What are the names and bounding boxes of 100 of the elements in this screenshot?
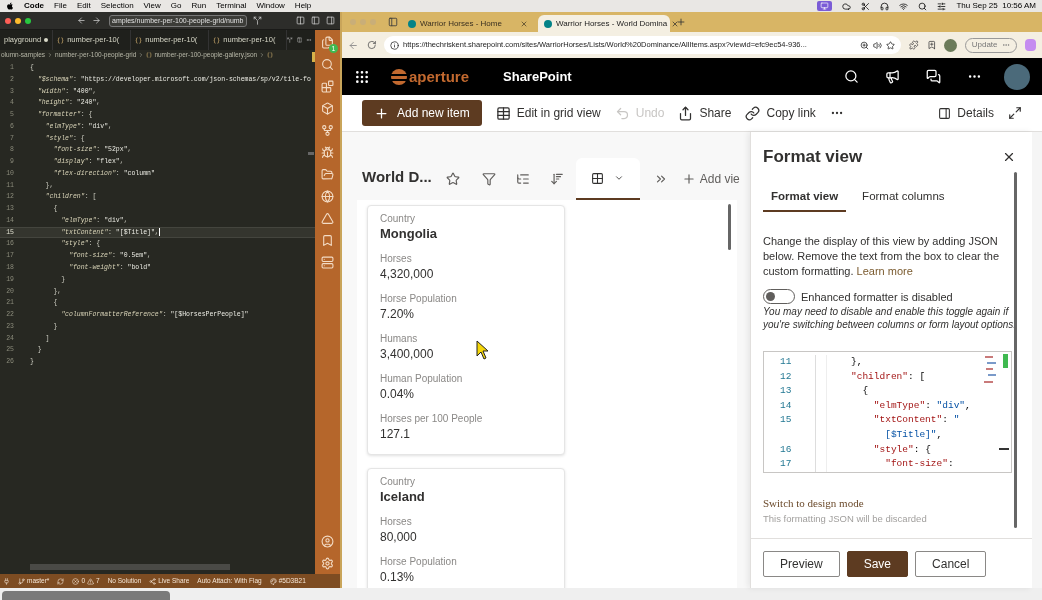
pane-scrollbar[interactable]	[1014, 171, 1017, 528]
secondary-button[interactable]: Preview	[763, 550, 840, 577]
sidebar-icon[interactable]	[388, 17, 398, 27]
settings-icon[interactable]	[321, 557, 334, 570]
chevron-right-icon	[47, 52, 54, 58]
headphones-icon[interactable]	[880, 1, 890, 11]
server-icon[interactable]	[321, 256, 334, 269]
menu-item[interactable]: Help	[294, 0, 312, 12]
scrollbar-thumb[interactable]	[728, 204, 731, 250]
close-window-icon[interactable]	[5, 17, 11, 24]
search-icon[interactable]	[918, 1, 928, 11]
learn-more-link[interactable]: Learn more	[856, 264, 913, 277]
sync-icon[interactable]	[57, 577, 65, 585]
user-avatar[interactable]	[1004, 63, 1030, 90]
app-name[interactable]: SharePoint	[503, 66, 572, 87]
menu-item[interactable]: Selection	[100, 0, 134, 12]
wifi-icon[interactable]	[899, 1, 909, 11]
design-mode-link[interactable]: Switch to design mode	[763, 495, 1020, 512]
toggle-secondary-icon[interactable]	[326, 16, 335, 25]
field-value: Iceland	[380, 489, 425, 505]
zoom-window-icon[interactable]	[25, 17, 31, 24]
pane-tab[interactable]: Format view	[763, 183, 847, 212]
add-view-button[interactable]: Add vie	[681, 170, 740, 188]
menu-item[interactable]: Edit	[76, 0, 91, 12]
browser-tab[interactable]: Warrior Horses - Home	[402, 15, 534, 32]
horizontal-scrollbar[interactable]	[30, 564, 230, 570]
secondary-button[interactable]: Cancel	[915, 550, 987, 577]
pane-tab[interactable]: Format columns	[850, 183, 957, 212]
new-tab-icon[interactable]	[676, 17, 686, 27]
box-icon[interactable]	[321, 102, 334, 115]
menu-item[interactable]: Window	[256, 0, 285, 12]
menu-item[interactable]: Terminal	[216, 0, 247, 12]
clock[interactable]: Thu Sep 25 10:56 AM	[956, 0, 1036, 12]
reload-icon[interactable]	[366, 40, 377, 50]
group-icon[interactable]	[515, 172, 530, 186]
scrollbar-thumb[interactable]	[308, 152, 314, 155]
scissors-icon[interactable]	[861, 1, 871, 11]
toggle-panel-icon[interactable]	[311, 16, 320, 25]
field-label: Human Population	[380, 372, 463, 386]
menu-app-name[interactable]: Code	[24, 0, 44, 12]
search-icon[interactable]	[844, 69, 859, 84]
back-icon[interactable]	[348, 39, 359, 51]
chat-icon[interactable]	[926, 69, 941, 84]
scrollbar-thumb[interactable]	[1003, 354, 1008, 368]
globe-icon[interactable]	[321, 190, 334, 203]
menu-item[interactable]: File	[54, 0, 67, 12]
cursor-marker	[999, 448, 1009, 450]
json-editor[interactable]: 11 12 13 14 15 16 17 }, "children": [ { "elmType": "div", "txtContent": " [$Title]", "style": { "font-size":	[763, 351, 1012, 473]
source-control-icon[interactable]	[321, 124, 334, 137]
expand-icon[interactable]	[1008, 106, 1022, 120]
apple-icon[interactable]	[6, 2, 14, 10]
profile-avatar[interactable]	[944, 38, 957, 52]
command-button[interactable]: Share	[678, 104, 732, 122]
app-launcher-icon[interactable]	[354, 68, 370, 85]
debug-icon[interactable]	[321, 146, 334, 159]
item-card[interactable]: Country Mongolia Horses 4,320,000 Horse Population 7.20% Humans 3,400,000 Human Population 0.04% Horses per 100 People 127.1	[367, 205, 565, 455]
menu-item[interactable]: View	[143, 0, 161, 12]
close-tab-icon[interactable]	[671, 19, 680, 28]
extensions-icon[interactable]	[909, 40, 919, 50]
explorer-icon[interactable]	[321, 36, 334, 49]
grid-icon	[591, 171, 605, 185]
warning-icon	[87, 577, 95, 585]
table-icon	[495, 105, 511, 121]
site-logo[interactable]: aperture	[390, 67, 470, 86]
remote-icon[interactable]	[3, 577, 10, 585]
control-center-icon[interactable]	[937, 1, 947, 11]
command-button[interactable]: Edit in grid view	[495, 104, 601, 122]
forward-icon[interactable]	[92, 16, 101, 25]
details-button[interactable]: Details	[938, 104, 994, 122]
undo-icon	[614, 105, 630, 121]
extensions-icon[interactable]	[321, 80, 334, 93]
list-title[interactable]: World D...	[362, 165, 432, 188]
item-card[interactable]: Country Iceland Horses 80,000 Horse Population 0.13%	[367, 468, 565, 588]
screen-share-icon[interactable]	[817, 1, 833, 11]
back-icon[interactable]	[77, 16, 86, 25]
field-value: 80,000	[380, 529, 417, 545]
split-editor-icon[interactable]	[287, 36, 293, 44]
megaphone-icon[interactable]	[885, 69, 900, 84]
bookmark-icon[interactable]	[321, 234, 334, 247]
dock-thumbnail[interactable]	[2, 591, 170, 600]
menu-item[interactable]: Go	[170, 0, 182, 12]
minimize-window-icon[interactable]	[15, 17, 21, 24]
account-icon[interactable]	[321, 535, 334, 548]
folder-icon[interactable]	[321, 168, 334, 181]
pane-title: Format view	[763, 146, 863, 168]
toggle-sidebar-icon[interactable]	[296, 16, 305, 25]
menu-item[interactable]: Run	[191, 0, 207, 12]
sort-icon[interactable]	[549, 172, 564, 186]
view-switcher[interactable]	[575, 158, 640, 200]
code-line: {	[861, 384, 869, 399]
favorite-icon[interactable]	[445, 172, 460, 186]
command-button[interactable]: Copy link	[745, 104, 816, 122]
triangle-icon[interactable]	[321, 212, 334, 225]
favorites-icon[interactable]	[926, 40, 937, 50]
close-tab-icon[interactable]	[520, 19, 528, 28]
add-item-button[interactable]: Add new item	[362, 100, 482, 126]
braces-icon[interactable]	[267, 52, 274, 58]
cloud-icon[interactable]	[842, 1, 852, 11]
save-button[interactable]: Save	[846, 550, 909, 577]
filter-icon[interactable]	[481, 172, 496, 186]
